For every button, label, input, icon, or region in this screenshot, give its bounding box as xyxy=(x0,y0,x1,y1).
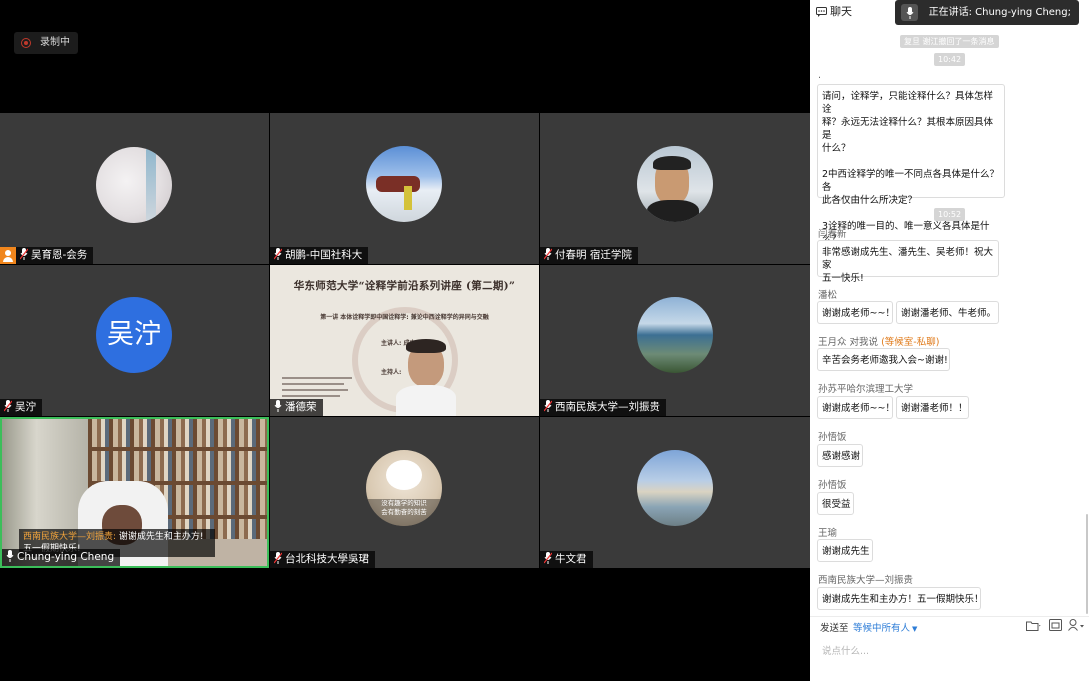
participant-name: 付春明 宿迁学院 xyxy=(540,247,638,264)
video-tile[interactable]: 吴育恩-会务 xyxy=(0,113,269,264)
participant-name: 西南民族大学—刘振贵 xyxy=(540,399,666,416)
chat-message[interactable]: 谢谢成先生和主办方！五一假期快乐！ xyxy=(817,587,984,610)
chat-message[interactable]: 请问，诠释学，只能诠释什么？具体怎样诠 释？永远无法诠释什么？其根本原因具体是 … xyxy=(817,84,1005,245)
record-icon xyxy=(21,38,31,48)
participant-name: Chung-ying Cheng xyxy=(2,549,121,566)
scrollbar-thumb[interactable] xyxy=(1086,514,1088,614)
mic-icon xyxy=(4,400,12,412)
video-tile-shared-slide[interactable]: 华东师范大学“诠释学前沿系列讲座 (第二期)” 第一讲 本体诠释学即中国诠释学:… xyxy=(270,265,539,416)
slide-title: 华东师范大学“诠释学前沿系列讲座 (第二期)” xyxy=(293,280,516,292)
timestamp: 10:52 xyxy=(934,208,966,221)
video-tile[interactable]: 吴泞 吴泞 xyxy=(0,265,269,416)
user-menu-icon[interactable] xyxy=(1068,619,1086,631)
timestamp: 10:42 xyxy=(934,53,966,66)
video-tile[interactable]: 牛文君 xyxy=(540,417,810,568)
chat-message[interactable]: 谢谢潘老师、牛老师。 xyxy=(896,301,999,324)
video-tile[interactable]: 付春明 宿迁学院 xyxy=(540,113,810,264)
avatar: 没有趣学的知识 会有勤奋的刻苦 xyxy=(366,450,442,526)
chat-message[interactable]: 谢谢潘老师！！ xyxy=(896,396,969,419)
screenshot-icon[interactable] xyxy=(1049,619,1062,631)
message-sender: 孙悟饭 xyxy=(818,432,847,443)
chat-message[interactable]: 谢谢成老师~~！！ xyxy=(817,396,904,419)
participant-name: 吴育恩-会务 xyxy=(0,247,94,264)
participant-name: 潘德荣 xyxy=(270,399,323,416)
message-sender: 王瑜 xyxy=(818,528,838,539)
avatar xyxy=(366,146,442,222)
participant-name: 吴泞 xyxy=(0,399,42,416)
mic-icon xyxy=(274,400,282,412)
folder-icon[interactable] xyxy=(1026,620,1041,631)
message-sender: 孙悟饭 xyxy=(818,480,847,491)
avatar xyxy=(637,297,713,373)
send-to-label: 发送至 xyxy=(820,623,849,634)
chat-icon xyxy=(816,7,827,17)
chat-title: 聊天 xyxy=(830,5,852,18)
slide-subtitle: 第一讲 本体诠释学即中国诠释学: 兼论中西诠释学的异同与交融 xyxy=(320,314,489,321)
participant-name: 台北科技大學吳珺 xyxy=(270,551,375,568)
mic-icon xyxy=(20,248,28,260)
mic-icon xyxy=(544,248,552,260)
send-to-dropdown[interactable]: 等候中所有人 ▼ xyxy=(853,620,917,634)
video-tile[interactable]: 没有趣学的知识 会有勤奋的刻苦 台北科技大學吳珺 xyxy=(270,417,539,568)
mic-icon xyxy=(906,7,914,19)
chat-message[interactable]: 感谢感谢 xyxy=(817,444,863,467)
message-sender: 王月众 对我说 (等候室-私聊) xyxy=(818,337,940,348)
chat-composer: 发送至 等候中所有人 ▼ 说点什么... xyxy=(810,616,1089,681)
avatar xyxy=(637,146,713,222)
video-tile-active-speaker[interactable]: 西南民族大学—刘振贵: 谢谢成先生和主办方! 五一假期快乐! Chung-yin… xyxy=(0,417,269,568)
avatar xyxy=(637,450,713,526)
slide-sponsor-lines xyxy=(282,377,360,397)
mic-icon xyxy=(544,400,552,412)
speaker-video xyxy=(396,339,456,416)
mic-icon xyxy=(6,550,14,562)
chat-message[interactable]: 非常感谢成先生、潘先生、吴老师！祝大家 五一快乐! xyxy=(817,240,999,284)
video-tile[interactable]: 西南民族大学—刘振贵 xyxy=(540,265,810,416)
recall-notice: 复旦 谢江撤回了一条消息 xyxy=(900,35,999,48)
chevron-down-icon: ▼ xyxy=(912,625,918,633)
mic-icon xyxy=(544,552,552,564)
chat-message[interactable]: 谢谢成先生 xyxy=(817,539,873,562)
message-sender: 西南民族大学—刘振贵 xyxy=(818,575,914,586)
avatar xyxy=(96,147,172,223)
chat-message[interactable]: 辛苦会务老师邀我入会~谢谢! xyxy=(817,348,950,371)
chat-panel: 聊天 正在讲话: Chung-ying Cheng; 复旦 谢江撤回了一条消息 … xyxy=(810,0,1089,681)
chat-message[interactable]: 很受益 xyxy=(817,492,854,515)
avatar: 吴泞 xyxy=(96,297,172,373)
message-sender: 孙苏平哈尔滨理工大学 xyxy=(818,384,914,395)
host-icon xyxy=(0,247,16,264)
message-sender: 闫春新 xyxy=(818,229,847,240)
message-sender: 潘松 xyxy=(818,290,838,301)
chat-scrollbar[interactable] xyxy=(1085,24,1089,616)
speaking-indicator: 正在讲话: Chung-ying Cheng; xyxy=(894,0,1079,25)
recording-indicator[interactable]: 录制中 xyxy=(14,32,78,54)
participant-name: 胡鹏-中国社科大 xyxy=(270,247,369,264)
participant-name: 牛文君 xyxy=(540,551,593,568)
video-tile[interactable]: 胡鹏-中国社科大 xyxy=(270,113,539,264)
mic-icon xyxy=(274,552,282,564)
chat-message[interactable]: 谢谢成老师~~！！ xyxy=(817,301,904,324)
mic-icon xyxy=(274,248,282,260)
chat-input[interactable]: 说点什么... xyxy=(822,642,1077,662)
video-gallery: 录制中 吴育恩-会务 胡鹏-中国社科大 付春明 宿迁学院 吴泞 吴泞 华东师范大… xyxy=(0,0,810,681)
